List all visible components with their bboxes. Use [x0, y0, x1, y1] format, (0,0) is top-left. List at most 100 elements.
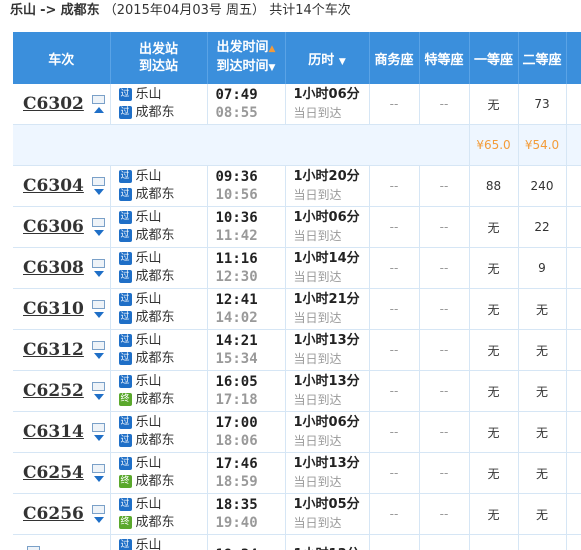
depart-time: 17:00	[215, 415, 258, 431]
expand-icon[interactable]	[93, 476, 104, 482]
from-station: 乐山	[135, 292, 162, 307]
col-premium: 特等座	[419, 32, 470, 84]
more-seat	[566, 534, 581, 550]
train-info-icon[interactable]	[91, 95, 105, 104]
col-business: 商务座	[369, 32, 420, 84]
business-seat: --	[369, 165, 420, 207]
pass-badge-icon: 过	[118, 334, 132, 347]
business-seat: --	[369, 370, 420, 412]
business-seat: --	[369, 329, 420, 371]
train-number-link[interactable]: C6304	[23, 176, 84, 196]
train-info-icon[interactable]	[91, 218, 105, 227]
depart-time: 09:36	[215, 169, 258, 185]
time-cell: 07:49 08:55	[207, 84, 286, 125]
query-summary: 乐山 -> 成都东 （2015年04月03号 周五） 共计14个车次	[0, 0, 581, 22]
table-row[interactable]: C6302 过乐山 过成都东 07:49 08:55 1小时06分 当日到达 -…	[13, 84, 581, 125]
train-number-link[interactable]: C6308	[23, 258, 84, 278]
train-info-icon[interactable]	[91, 259, 105, 268]
train-number-link[interactable]: C6254	[23, 463, 84, 483]
business-seat: --	[369, 452, 420, 494]
duration: 1小时13分	[293, 456, 360, 471]
depart-time: 19:34	[216, 546, 285, 550]
train-number-link[interactable]: C6306	[23, 217, 84, 237]
table-row[interactable]: C6252 过乐山 终成都东 16:05 17:18 1小时13分 当日到达 -…	[13, 370, 581, 412]
table-row[interactable]: C6254 过乐山 终成都东 17:46 18:59 1小时13分 当日到达 -…	[13, 452, 581, 494]
arrival-badge-icon: 过	[118, 311, 132, 324]
duration: 1小时13分	[293, 374, 360, 389]
from-station: 乐山	[135, 210, 162, 225]
expand-icon[interactable]	[93, 435, 104, 441]
table-row[interactable]: C6310 过乐山 过成都东 12:41 14:02 1小时21分 当日到达 -…	[13, 288, 581, 330]
col-time[interactable]: 出发时间▲ 到达时间▼	[207, 32, 286, 84]
table-row[interactable]: C6314 过乐山 过成都东 17:00 18:06 1小时06分 当日到达 -…	[13, 411, 581, 453]
table-row[interactable]: 过乐山 19:34 1小时13分	[13, 534, 581, 550]
duration: 1小时20分	[293, 169, 360, 184]
duration: 1小时21分	[293, 292, 360, 307]
duration: 1小时06分	[293, 415, 360, 430]
query-date: （2015年04月03号 周五）	[103, 3, 266, 18]
table-row[interactable]: C6306 过乐山 过成都东 10:36 11:42 1小时06分 当日到达 -…	[13, 206, 581, 248]
to-station: 成都东	[135, 474, 175, 489]
to-station: 成都东	[135, 228, 175, 243]
time-cell: 09:36 10:56	[207, 165, 286, 207]
more-seat	[566, 370, 581, 412]
train-info-icon[interactable]	[27, 546, 40, 550]
train-info-icon[interactable]	[91, 300, 105, 309]
expand-icon[interactable]	[93, 353, 104, 359]
train-info-icon[interactable]	[91, 341, 105, 350]
train-number-link[interactable]: C6302	[23, 94, 84, 114]
collapse-icon[interactable]	[93, 107, 104, 113]
business-seat: --	[369, 247, 420, 289]
train-number-link[interactable]: C6312	[23, 340, 84, 360]
train-info-icon[interactable]	[91, 423, 105, 432]
sort-desc-icon[interactable]: ▼	[339, 57, 346, 67]
arrival-day: 当日到达	[293, 475, 342, 489]
more-seat	[566, 84, 581, 125]
sort-desc-icon[interactable]: ▼	[269, 63, 276, 73]
from-station: 乐山	[135, 87, 162, 102]
premium-seat: --	[419, 165, 470, 207]
from-station: 乐山	[135, 169, 162, 184]
expand-icon[interactable]	[93, 517, 104, 523]
first-class-seat: 无	[469, 411, 519, 453]
second-class-seat: 无	[518, 329, 567, 371]
col-train[interactable]: 车次	[13, 32, 111, 84]
duration-cell: 1小时05分 当日到达	[285, 493, 370, 535]
train-info-icon[interactable]	[91, 505, 105, 514]
train-table: 车次 出发站 到达站 出发时间▲ 到达时间▼ 历时 ▼ 商务座 特等座 一等座 …	[13, 32, 581, 550]
more-seat	[566, 452, 581, 494]
train-info-icon[interactable]	[91, 177, 105, 186]
first-class-seat: 无	[469, 247, 519, 289]
table-row[interactable]: C6256 过乐山 终成都东 18:35 19:40 1小时05分 当日到达 -…	[13, 493, 581, 535]
station-cell: 过乐山 过成都东	[110, 84, 208, 125]
col-first: 一等座	[469, 32, 519, 84]
more-seat	[566, 329, 581, 371]
to-station: 成都东	[135, 310, 175, 325]
more-seat	[566, 247, 581, 289]
depart-time: 16:05	[215, 374, 258, 390]
col-duration[interactable]: 历时 ▼	[285, 32, 370, 84]
table-row[interactable]: C6312 过乐山 过成都东 14:21 15:34 1小时13分 当日到达 -…	[13, 329, 581, 371]
expand-icon[interactable]	[93, 271, 104, 277]
station-cell: 过乐山 终成都东	[110, 493, 208, 535]
table-row[interactable]: C6304 过乐山 过成都东 09:36 10:56 1小时20分 当日到达 -…	[13, 165, 581, 207]
train-number-link[interactable]: C6256	[23, 504, 84, 524]
second-class-seat: 无	[518, 411, 567, 453]
table-row[interactable]: C6308 过乐山 过成都东 11:16 12:30 1小时14分 当日到达 -…	[13, 247, 581, 289]
train-number-link[interactable]: C6310	[23, 299, 84, 319]
expand-icon[interactable]	[93, 189, 104, 195]
train-number-link[interactable]: C6252	[23, 381, 84, 401]
to-station: 成都东	[135, 515, 175, 530]
first-class-seat: 无	[469, 452, 519, 494]
expand-icon[interactable]	[93, 394, 104, 400]
train-info-icon[interactable]	[91, 382, 105, 391]
train-info-icon[interactable]	[91, 464, 105, 473]
sort-asc-icon[interactable]: ▲	[269, 44, 276, 54]
expand-icon[interactable]	[93, 312, 104, 318]
expand-icon[interactable]	[93, 230, 104, 236]
arrival-badge-icon: 终	[118, 475, 132, 488]
station-cell: 过乐山 过成都东	[110, 288, 208, 330]
train-number-link[interactable]: C6314	[23, 422, 84, 442]
business-seat	[369, 534, 420, 550]
train-cell: C6252	[13, 370, 111, 412]
